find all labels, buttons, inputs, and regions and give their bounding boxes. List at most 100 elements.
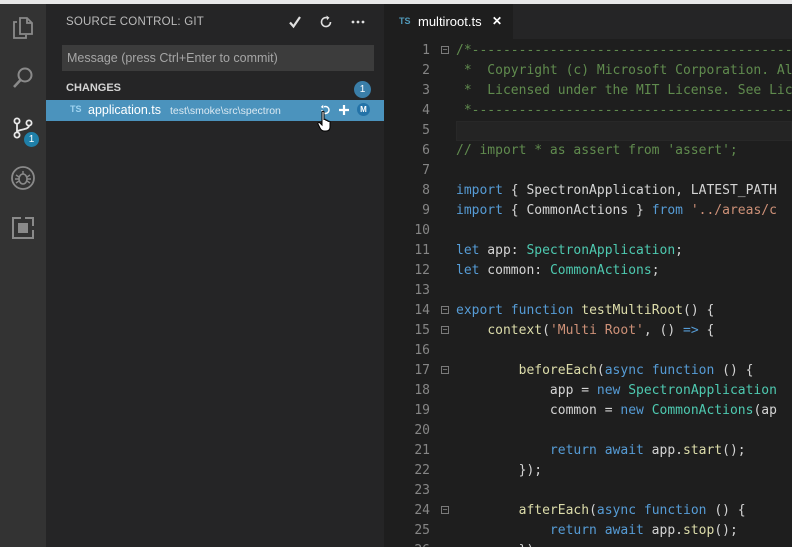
fold-toggle-icon[interactable]: −: [441, 306, 449, 314]
line-number: 6: [422, 143, 430, 158]
code-text: *---------------------------------------…: [456, 101, 792, 121]
code-text: import { CommonActions } from '../areas/…: [456, 201, 777, 221]
code-line[interactable]: 16: [384, 341, 792, 361]
code-line[interactable]: 17 − beforeEach(async function () {: [384, 361, 792, 381]
fold-toggle-icon[interactable]: −: [441, 506, 449, 514]
code-line[interactable]: 10: [384, 221, 792, 241]
code-line[interactable]: 7: [384, 161, 792, 181]
code-token: (: [589, 503, 597, 518]
hand-cursor-icon: [317, 110, 335, 137]
code-token: function: [643, 503, 707, 518]
code-line[interactable]: 14 − export function testMultiRoot() {: [384, 301, 792, 321]
refresh-icon[interactable]: [316, 12, 336, 32]
code-line[interactable]: 5: [384, 121, 792, 141]
code-token: {: [698, 323, 715, 338]
activity-bar: 1: [0, 4, 46, 547]
code-line[interactable]: 18 app = new SpectronApplication: [384, 381, 792, 401]
code-token: import: [456, 183, 503, 198]
stage-changes-icon[interactable]: [337, 103, 351, 117]
line-number: 3: [422, 83, 430, 98]
code-line[interactable]: 11 let app: SpectronApplication;: [384, 241, 792, 261]
code-line[interactable]: 12 let common: CommonActions;: [384, 261, 792, 281]
editor-area: TS multiroot.ts ✕ 1−/*------------------…: [384, 4, 792, 547]
line-number: 7: [422, 163, 430, 178]
fold-toggle-icon[interactable]: −: [441, 366, 449, 374]
close-icon[interactable]: ✕: [492, 14, 502, 28]
current-line-highlight: [456, 121, 792, 141]
explorer-icon[interactable]: [0, 6, 46, 50]
code-line[interactable]: 6 // import * as assert from 'assert';: [384, 141, 792, 161]
code-token: /*--------------------------------------…: [456, 43, 792, 58]
code-text: app = new SpectronApplication: [456, 381, 777, 401]
code-token: export: [456, 303, 503, 318]
panel-header: SOURCE CONTROL: GIT: [46, 4, 384, 40]
changes-group-title[interactable]: CHANGES: [66, 82, 121, 94]
code-token: app =: [456, 383, 597, 398]
line-number: 11: [414, 243, 430, 258]
code-line[interactable]: 19 common = new CommonActions(ap: [384, 401, 792, 421]
fold-toggle-icon[interactable]: −: [441, 326, 449, 334]
code-token: () {: [706, 503, 746, 518]
code-line[interactable]: 4 *-------------------------------------…: [384, 101, 792, 121]
code-line[interactable]: 21 return await app.start();: [384, 441, 792, 461]
code-token: CommonActions: [651, 403, 754, 418]
code-token: common =: [456, 403, 621, 418]
code-line[interactable]: 24 − afterEach(async function () {: [384, 501, 792, 521]
code-token: app.: [643, 523, 683, 538]
ts-file-icon: TS: [70, 104, 82, 114]
code-text: });: [456, 541, 542, 547]
tab-multiroot[interactable]: TS multiroot.ts ✕: [384, 4, 513, 39]
code-line[interactable]: 9 import { CommonActions } from '../areas…: [384, 201, 792, 221]
code-line[interactable]: 2 * Copyright (c) Microsoft Corporation.…: [384, 61, 792, 81]
code-line[interactable]: 23: [384, 481, 792, 501]
code-text: import { SpectronApplication, LATEST_PAT…: [456, 181, 777, 201]
source-control-icon[interactable]: 1: [0, 106, 46, 150]
code-text: let common: CommonActions;: [456, 261, 660, 281]
extensions-icon[interactable]: [0, 206, 46, 250]
code-token: SpectronApplication: [526, 243, 676, 258]
code-token: ();: [722, 443, 746, 458]
line-number: 26: [384, 541, 430, 547]
code-text: return await app.stop();: [456, 521, 738, 541]
check-icon[interactable]: [285, 12, 305, 32]
line-number: 8: [422, 183, 430, 198]
commit-message-input[interactable]: [62, 45, 374, 71]
line-number: 17: [414, 363, 430, 378]
code-text: return await app.start();: [456, 441, 746, 461]
fold-toggle-icon[interactable]: −: [441, 46, 449, 54]
line-number: 23: [414, 483, 430, 498]
code-text: /*--------------------------------------…: [456, 41, 792, 61]
code-line[interactable]: 26 });: [384, 541, 792, 547]
code-line[interactable]: 1 −/*------------------------------------…: [384, 41, 792, 61]
search-icon[interactable]: [0, 56, 46, 100]
code-line[interactable]: 20: [384, 421, 792, 441]
code-token: { SpectronApplication, LATEST_PATH: [502, 183, 777, 198]
code-token: { CommonActions }: [502, 203, 652, 218]
code-editor[interactable]: 1−/*------------------------------------…: [384, 39, 792, 547]
code-line[interactable]: 15 − context('Multi Root', () => {: [384, 321, 792, 341]
code-line[interactable]: 3 * Licensed under the MIT License. See …: [384, 81, 792, 101]
code-token: 'Multi Root': [549, 323, 644, 338]
code-line[interactable]: 13: [384, 281, 792, 301]
code-token: return: [549, 443, 597, 458]
line-number: 25: [414, 523, 430, 538]
code-token: ;: [651, 263, 660, 278]
code-token: () {: [714, 363, 754, 378]
debug-icon[interactable]: [0, 156, 46, 200]
code-text: // import * as assert from 'assert';: [456, 141, 738, 161]
line-number: 21: [414, 443, 430, 458]
code-line[interactable]: 8 import { SpectronApplication, LATEST_PA…: [384, 181, 792, 201]
ellipsis-icon[interactable]: [348, 12, 368, 32]
code-line[interactable]: 25 return await app.stop();: [384, 521, 792, 541]
source-control-badge: 1: [24, 132, 39, 147]
code-token: (ap: [753, 403, 777, 418]
code-token: (: [542, 323, 550, 338]
line-number: 2: [422, 63, 430, 78]
code-token: let: [456, 243, 480, 258]
code-token: * Copyright (c) Microsoft Corporation. A…: [463, 63, 792, 78]
code-line[interactable]: 22 });: [384, 461, 792, 481]
